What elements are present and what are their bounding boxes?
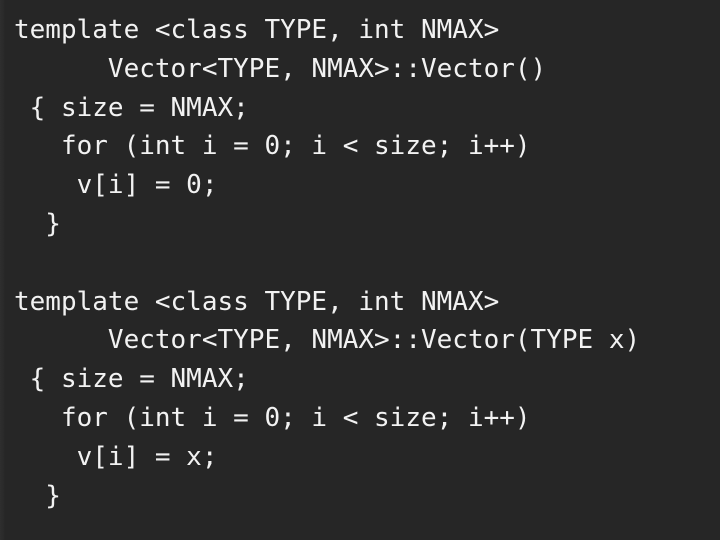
code-line: template <class TYPE, int NMAX> [14, 286, 500, 317]
code-block: template <class TYPE, int NMAX> Vector<T… [0, 11, 720, 515]
code-line: { size = NMAX; [14, 92, 249, 123]
code-line: Vector<TYPE, NMAX>::Vector() [14, 53, 547, 84]
code-line: for (int i = 0; i < size; i++) [14, 131, 531, 162]
code-line: { size = NMAX; [14, 364, 249, 395]
code-line: } [14, 208, 61, 239]
code-line: Vector<TYPE, NMAX>::Vector(TYPE x) [14, 325, 641, 356]
code-line: } [14, 480, 61, 511]
code-line: for (int i = 0; i < size; i++) [14, 402, 531, 433]
code-line: template <class TYPE, int NMAX> [14, 15, 500, 45]
code-slide: template <class TYPE, int NMAX> Vector<T… [0, 0, 720, 540]
code-line: v[i] = x; [14, 441, 218, 472]
code-line: v[i] = 0; [14, 170, 218, 201]
